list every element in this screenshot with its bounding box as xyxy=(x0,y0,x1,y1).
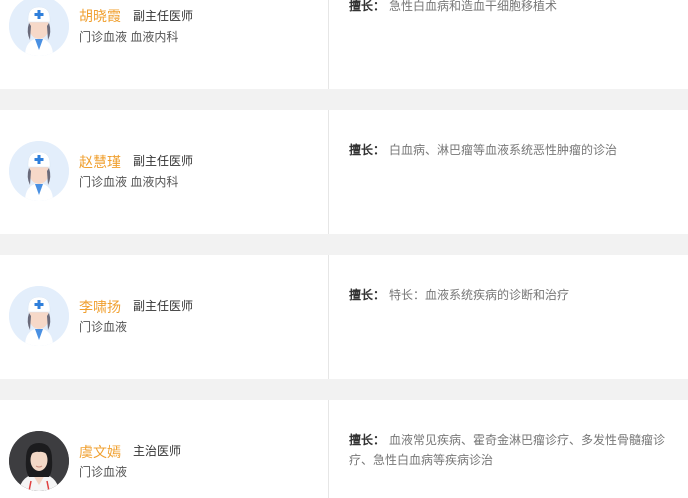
doctor-name[interactable]: 虞文嫣 xyxy=(79,443,121,461)
doctor-placeholder-icon[interactable] xyxy=(9,0,69,56)
doctor-title: 主治医师 xyxy=(133,444,182,458)
doctor-specialty-panel: 擅长： 特长：血液系统疾病的诊断和治疗 xyxy=(329,255,688,379)
doctor-card[interactable]: 胡晓霞 副主任医师 门诊血液 血液内科 擅长： 急性白血病和造血干细胞移植术 xyxy=(0,0,688,89)
doctor-specialty: 擅长： 急性白血病和造血干细胞移植术 xyxy=(349,0,686,16)
doctor-placeholder-icon[interactable] xyxy=(9,141,69,201)
doctor-department: 门诊血液 血液内科 xyxy=(79,30,179,44)
doctor-title: 副主任医师 xyxy=(133,299,194,313)
specialty-text: 急性白血病和造血干细胞移植术 xyxy=(389,0,558,13)
doctor-specialty: 擅长： 白血病、淋巴瘤等血液系统恶性肿瘤的诊治 xyxy=(349,140,686,160)
specialty-label: 擅长： xyxy=(349,0,386,13)
specialty-label: 擅长： xyxy=(349,143,386,157)
doctor-specialty-panel: 擅长： 白血病、淋巴瘤等血液系统恶性肿瘤的诊治 xyxy=(329,110,688,234)
doctor-department: 门诊血液 xyxy=(79,320,128,334)
doctor-placeholder-icon[interactable] xyxy=(9,286,69,346)
specialty-label: 擅长： xyxy=(349,288,386,302)
doctor-list: 胡晓霞 副主任医师 门诊血液 血液内科 擅长： 急性白血病和造血干细胞移植术 赵… xyxy=(0,0,688,498)
doctor-info: 虞文嫣 主治医师 门诊血液 xyxy=(0,400,329,498)
doctor-info: 胡晓霞 副主任医师 门诊血液 血液内科 xyxy=(0,0,329,89)
doctor-department: 门诊血液 xyxy=(79,465,128,479)
specialty-text: 血液常见疾病、霍奇金淋巴瘤诊疗、多发性骨髓瘤诊疗、急性白血病等疾病诊治 xyxy=(349,433,666,467)
doctor-card[interactable]: 赵慧瑾 副主任医师 门诊血液 血液内科 擅长： 白血病、淋巴瘤等血液系统恶性肿瘤的… xyxy=(0,110,688,234)
doctor-photo[interactable] xyxy=(9,431,69,491)
doctor-title: 副主任医师 xyxy=(133,9,194,23)
doctor-info: 李啸扬 副主任医师 门诊血液 xyxy=(0,255,329,379)
doctor-specialty: 擅长： 特长：血液系统疾病的诊断和治疗 xyxy=(349,285,686,305)
doctor-specialty-panel: 擅长： 血液常见疾病、霍奇金淋巴瘤诊疗、多发性骨髓瘤诊疗、急性白血病等疾病诊治 xyxy=(329,400,688,498)
doctor-specialty: 擅长： 血液常见疾病、霍奇金淋巴瘤诊疗、多发性骨髓瘤诊疗、急性白血病等疾病诊治 xyxy=(349,430,686,470)
doctor-name[interactable]: 李啸扬 xyxy=(79,298,121,316)
doctor-card[interactable]: 李啸扬 副主任医师 门诊血液 擅长： 特长：血液系统疾病的诊断和治疗 xyxy=(0,255,688,379)
specialty-label: 擅长： xyxy=(349,433,386,447)
specialty-text: 特长：血液系统疾病的诊断和治疗 xyxy=(389,288,570,302)
doctor-name[interactable]: 胡晓霞 xyxy=(79,7,121,25)
doctor-info: 赵慧瑾 副主任医师 门诊血液 血液内科 xyxy=(0,110,329,234)
doctor-card[interactable]: 虞文嫣 主治医师 门诊血液 擅长： 血液常见疾病、霍奇金淋巴瘤诊疗、多发性骨髓瘤诊… xyxy=(0,400,688,498)
doctor-title: 副主任医师 xyxy=(133,154,194,168)
specialty-text: 白血病、淋巴瘤等血液系统恶性肿瘤的诊治 xyxy=(389,143,618,157)
doctor-department: 门诊血液 血液内科 xyxy=(79,175,179,189)
doctor-name[interactable]: 赵慧瑾 xyxy=(79,153,121,171)
doctor-specialty-panel: 擅长： 急性白血病和造血干细胞移植术 xyxy=(329,0,688,89)
